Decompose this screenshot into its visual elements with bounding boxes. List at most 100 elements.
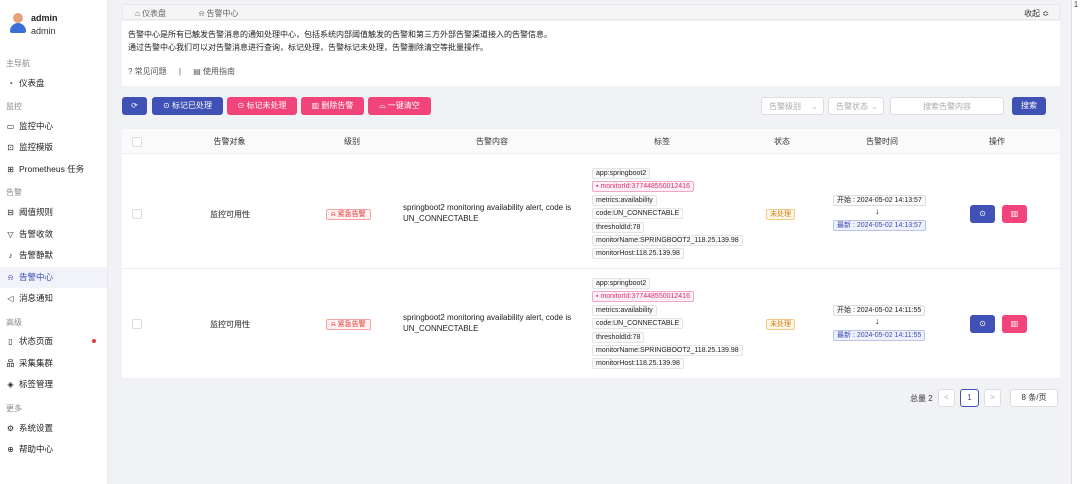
next-page-button[interactable]: > xyxy=(984,389,1001,407)
mobile-icon: ▯ xyxy=(8,337,13,346)
tag-monitor-host: monitorHost:118.25.139.98 xyxy=(592,248,684,259)
mark-handled-button[interactable]: ⊙ 标记已处理 xyxy=(152,97,223,115)
user-role: admin xyxy=(31,26,56,36)
refresh-button[interactable]: ⟳ xyxy=(122,97,147,115)
alert-content: springboot2 monitoring availability aler… xyxy=(403,313,572,333)
bell-icon: ⍾ xyxy=(199,9,207,18)
sidebar-item-help[interactable]: ⊕ 帮助中心 xyxy=(0,439,107,460)
priority-select[interactable]: 告警级别 ⌄ xyxy=(761,97,824,115)
mark-unhandled-button[interactable]: ⊙ 标记未处理 xyxy=(227,97,297,115)
sidebar-item-label-mgmt[interactable]: ◈ 标签管理 xyxy=(0,374,107,395)
table-row[interactable]: 监控可用性 ⍾ 紧急告警 springboot2 monitoring avai… xyxy=(122,159,1060,269)
home-icon: ⌂ xyxy=(135,9,143,18)
right-edge-panel: 1 xyxy=(1071,0,1080,484)
sidebar-item-settings[interactable]: ⚙ 系统设置 xyxy=(0,418,107,439)
link-separator: | xyxy=(178,67,181,76)
mute-icon: ♪ xyxy=(8,251,13,260)
breadcrumb-home[interactable]: ⌂ 仪表盘 xyxy=(135,8,166,19)
start-time: 开始 : 2024-05-02 14:11:55 xyxy=(833,305,926,316)
tag-monitor-name: monitorName:SPRINGBOOT2_118.25.139.98 xyxy=(592,235,743,246)
sidebar-item-alert-center[interactable]: ⍾ 告警中心 xyxy=(0,267,107,288)
status-select[interactable]: 告警状态 ⌄ xyxy=(828,97,884,115)
tag-monitor-name: monitorName:SPRINGBOOT2_118.25.139.98 xyxy=(592,345,743,356)
status-badge: 未处理 xyxy=(766,319,795,330)
nav-group-advanced: 高级 xyxy=(6,318,22,327)
search-button[interactable]: 搜索 xyxy=(1012,97,1046,115)
row-checkbox[interactable] xyxy=(132,209,142,219)
page-size-select[interactable]: 8 条/页 xyxy=(1010,389,1058,407)
sidebar-item-threshold[interactable]: ⊟ 阈值规则 xyxy=(0,202,107,223)
help-links: ? 常见问题 | ▤ 使用指南 xyxy=(128,66,235,77)
tag-monitor-id: ▪ monitorId:377448550012416 xyxy=(592,291,694,302)
header-target: 告警对象 xyxy=(213,137,246,146)
header-actions: 操作 xyxy=(989,137,1005,146)
user-profile[interactable]: admin admin xyxy=(10,12,105,40)
sidebar-item-notice[interactable]: ◁ 消息通知 xyxy=(0,288,107,309)
select-all-checkbox[interactable] xyxy=(132,137,142,147)
new-dot xyxy=(92,339,96,343)
clear-all-button[interactable]: ⌓ 一键清空 xyxy=(368,97,431,115)
question-icon: ? xyxy=(128,67,135,76)
tag-monitor-id: ▪ monitorId:377448550012416 xyxy=(592,181,694,192)
sidebar-item-monitor-template[interactable]: ⊡ 监控模版 xyxy=(0,137,107,158)
header-level: 级别 xyxy=(344,137,360,146)
total-count: 总量 2 xyxy=(910,394,933,403)
check-circle-icon: ⊙ xyxy=(979,209,986,218)
arrow-down-icon: ↓ xyxy=(875,316,880,326)
tag-threshold: thresholdId:78 xyxy=(592,222,645,233)
tag-metrics: metrics:availability xyxy=(592,305,657,316)
user-name: admin xyxy=(31,13,58,23)
sidebar-item-silence[interactable]: ♪ 告警静默 xyxy=(0,245,107,266)
sidebar-item-dashboard[interactable]: ◔ 仪表盘 xyxy=(0,73,107,94)
chevron-down-icon: ⌄ xyxy=(871,102,878,111)
header-tags: 标签 xyxy=(654,137,670,146)
arrow-down-icon: ↓ xyxy=(875,206,880,216)
delete-alert-button[interactable]: ▥ 删除告警 xyxy=(301,97,364,115)
sidebar-item-prometheus[interactable]: ⊞ Prometheus 任务 xyxy=(0,159,107,180)
bell-icon: ⍾ xyxy=(331,321,338,328)
tag-metrics: metrics:availability xyxy=(592,195,657,206)
latest-time: 最新 : 2024-05-02 14:13:57 xyxy=(833,220,926,231)
tag-code: code:UN_CONNECTABLE xyxy=(592,208,684,219)
sidebar-item-monitor-center[interactable]: ▭ 监控中心 xyxy=(0,116,107,137)
nav-group-more: 更多 xyxy=(6,404,22,413)
table-row[interactable]: 监控可用性 ⍾ 紧急告警 springboot2 monitoring avai… xyxy=(122,269,1060,379)
check-circle-icon: ⊙ xyxy=(979,319,986,328)
cluster-icon: 品 xyxy=(6,359,15,368)
delete-row-button[interactable]: ▥ xyxy=(1002,205,1027,223)
alert-target: 监控可用性 xyxy=(210,320,250,329)
sidebar-item-collector[interactable]: 品采集集群 xyxy=(0,353,107,374)
alert-table: 告警对象 级别 告警内容 标签 状态 告警时间 操作 监控可用性 ⍾ 紧急告警 … xyxy=(122,129,1060,379)
bell-icon: ⍾ xyxy=(7,273,14,282)
trash-icon: ▥ xyxy=(311,101,322,110)
header-time: 告警时间 xyxy=(866,137,898,146)
breadcrumb: ⌂ 仪表盘 ⍾ 告警中心 收起 ≎ xyxy=(122,4,1060,20)
clear-icon: ⌓ xyxy=(379,101,388,110)
trash-icon: ▥ xyxy=(1010,319,1019,328)
avatar xyxy=(10,12,26,34)
alert-content: springboot2 monitoring availability aler… xyxy=(403,203,572,223)
refresh-icon: ⟳ xyxy=(131,101,138,110)
prev-page-button[interactable]: < xyxy=(938,389,955,407)
tag-icon: ◈ xyxy=(7,380,14,389)
breadcrumb-current[interactable]: ⍾ 告警中心 xyxy=(199,8,239,19)
sidebar-item-status-page[interactable]: ▯ 状态页面 xyxy=(0,331,107,352)
sidebar-item-converge[interactable]: ▽ 告警收敛 xyxy=(0,224,107,245)
mark-handled-row-button[interactable]: ⊙ xyxy=(970,205,995,223)
delete-row-button[interactable]: ▥ xyxy=(1002,315,1027,333)
level-badge: ⍾ 紧急告警 xyxy=(326,209,371,220)
right-edge-number: 1 xyxy=(1073,0,1079,9)
description-panel: 告警中心是所有已触发告警消息的通知处理中心，包括系统内部阈值触发的告警和第三方外… xyxy=(122,21,1060,86)
start-time: 开始 : 2024-05-02 14:13:57 xyxy=(833,195,926,206)
search-input[interactable]: 搜索告警内容 xyxy=(890,97,1004,115)
status-badge: 未处理 xyxy=(766,209,795,220)
faq-link[interactable]: ? 常见问题 xyxy=(128,67,167,76)
gear-icon: ⚙ xyxy=(6,424,15,433)
template-icon: ⊡ xyxy=(7,143,14,152)
nav-group-monitor: 监控 xyxy=(6,102,22,111)
page-1-button[interactable]: 1 xyxy=(960,389,979,407)
collapse-button[interactable]: 收起 ≎ xyxy=(1024,8,1049,19)
guide-link[interactable]: ▤ 使用指南 xyxy=(193,67,235,76)
mark-handled-row-button[interactable]: ⊙ xyxy=(970,315,995,333)
row-checkbox[interactable] xyxy=(132,319,142,329)
